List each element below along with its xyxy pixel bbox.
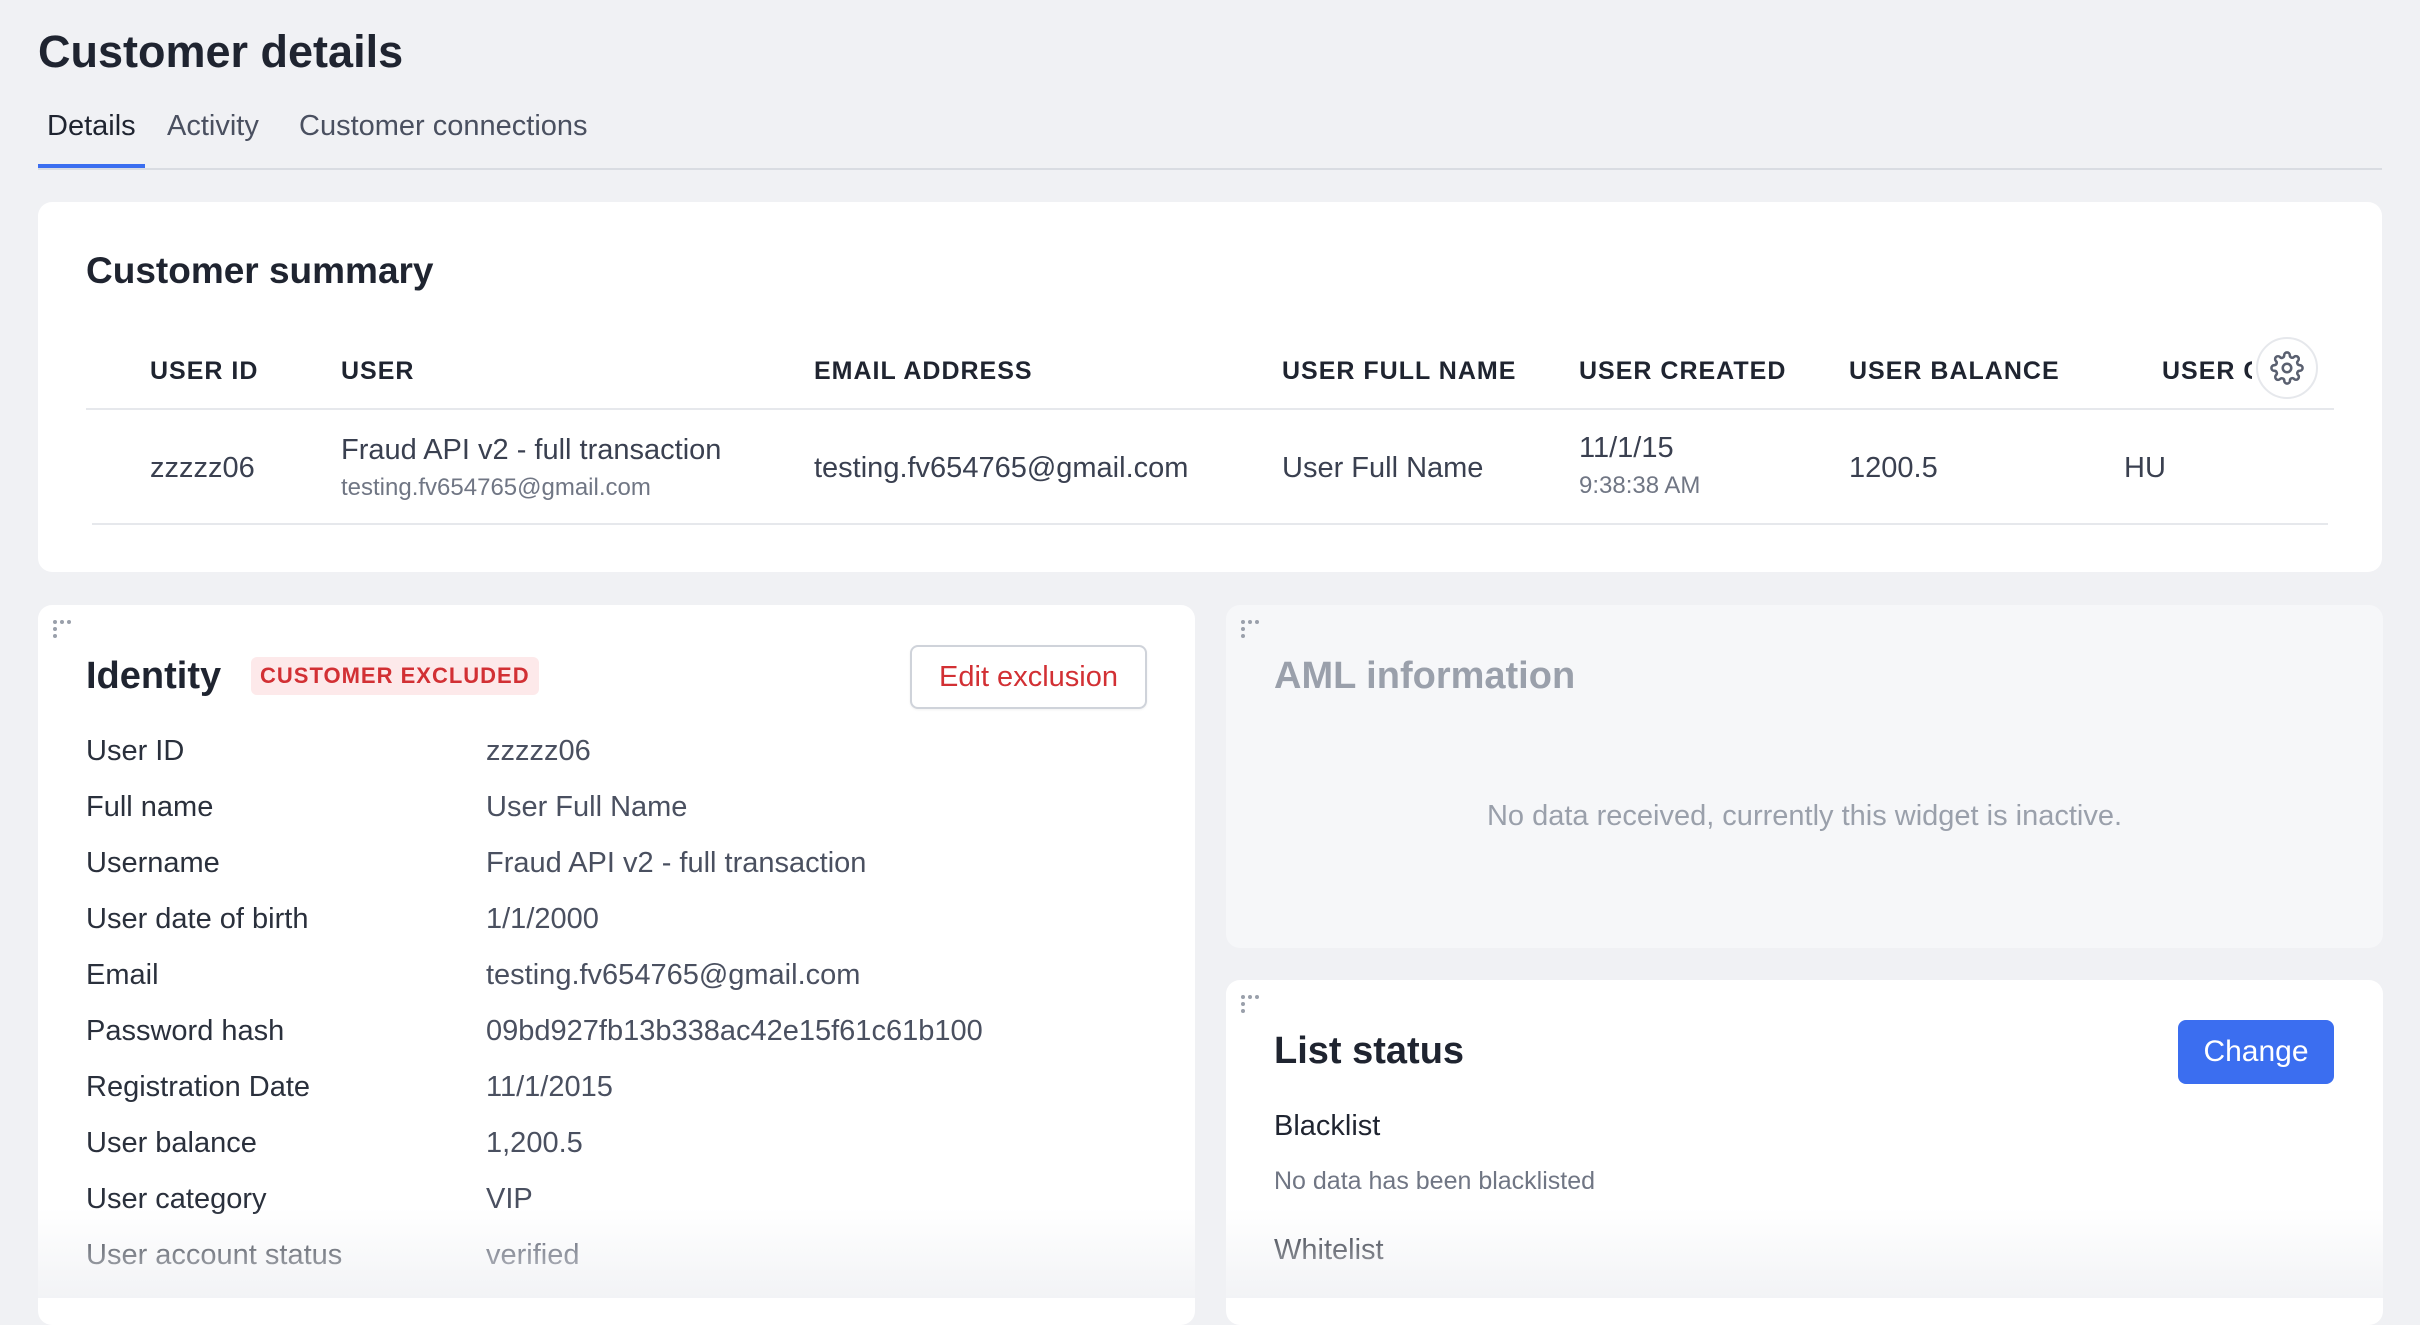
change-button[interactable]: Change (2178, 1020, 2334, 1084)
gear-icon (2270, 351, 2304, 385)
field-label-email: Email (86, 959, 159, 991)
cell-user-id: zzzzz06 (150, 452, 255, 484)
drag-handle-icon[interactable] (1239, 618, 1261, 640)
blacklist-label: Blacklist (1274, 1110, 1381, 1142)
list-status-card: List status Change Blacklist No data has… (1226, 980, 2383, 1325)
field-value-username: Fraud API v2 - full transaction (486, 847, 867, 879)
edit-exclusion-button[interactable]: Edit exclusion (910, 645, 1147, 709)
field-label-user-balance: User balance (86, 1127, 257, 1159)
column-header-user[interactable]: USER (341, 357, 414, 386)
table-settings-button[interactable] (2256, 337, 2318, 399)
column-header-full-name[interactable]: USER FULL NAME (1282, 357, 1516, 386)
identity-card: Identity CUSTOMER EXCLUDED Edit exclusio… (38, 605, 1195, 1325)
status-badge: CUSTOMER EXCLUDED (251, 657, 539, 695)
customer-summary-card: Customer summary USER ID USER EMAIL ADDR… (38, 202, 2382, 572)
field-label-account-status: User account status (86, 1239, 343, 1271)
list-status-title: List status (1274, 1030, 1465, 1072)
summary-title: Customer summary (86, 250, 434, 291)
aml-information-card: AML information No data received, curren… (1226, 605, 2383, 948)
field-label-user-category: User category (86, 1183, 267, 1215)
column-header-created[interactable]: USER CREATED (1579, 357, 1786, 386)
aml-inactive-message: No data received, currently this widget … (1486, 800, 2123, 832)
field-value-dob: 1/1/2000 (486, 903, 599, 935)
drag-handle-icon[interactable] (51, 618, 73, 640)
identity-title: Identity (86, 655, 222, 697)
drag-handle-icon[interactable] (1239, 993, 1261, 1015)
column-header-country-clip: USER COUNTRY (2162, 352, 2252, 392)
field-value-user-balance: 1,200.5 (486, 1127, 583, 1159)
field-label-registration-date: Registration Date (86, 1071, 311, 1103)
field-value-registration-date: 11/1/2015 (486, 1071, 613, 1103)
cell-email: testing.fv654765@gmail.com (814, 452, 1189, 484)
row-divider (92, 523, 2328, 525)
field-label-full-name: Full name (86, 791, 214, 823)
whitelist-label: Whitelist (1274, 1234, 1384, 1266)
tab-details[interactable]: Details (38, 110, 145, 168)
column-header-country[interactable]: USER COUNTRY (2162, 357, 2252, 386)
field-value-user-category: VIP (486, 1183, 533, 1215)
field-value-password-hash: 09bd927fb13b338ac42e15f61c61b100 (486, 1015, 983, 1047)
field-value-user-id: zzzzz06 (486, 735, 591, 767)
column-header-user-id[interactable]: USER ID (150, 357, 258, 386)
tab-bar: Details Activity Customer connections (38, 98, 2382, 170)
cell-balance: 1200.5 (1849, 452, 1938, 484)
aml-title: AML information (1274, 655, 1576, 697)
column-header-email[interactable]: EMAIL ADDRESS (814, 357, 1033, 386)
field-label-dob: User date of birth (86, 903, 309, 935)
tab-customer-connections[interactable]: Customer connections (290, 110, 597, 166)
field-value-email: testing.fv654765@gmail.com (486, 959, 861, 991)
cell-created-date: 11/1/15 (1579, 432, 1674, 464)
cell-country: HU (2124, 452, 2166, 484)
cell-user-name: Fraud API v2 - full transaction (341, 434, 722, 466)
field-label-user-id: User ID (86, 735, 185, 767)
tab-activity[interactable]: Activity (158, 110, 268, 166)
field-label-username: Username (86, 847, 220, 879)
cell-created-time: 9:38:38 AM (1579, 472, 1701, 499)
page-title: Customer details (38, 26, 404, 77)
column-header-balance[interactable]: USER BALANCE (1849, 357, 2060, 386)
field-label-password-hash: Password hash (86, 1015, 285, 1047)
cell-user-email: testing.fv654765@gmail.com (341, 474, 651, 501)
field-value-account-status: verified (486, 1239, 580, 1271)
header-divider (86, 408, 2334, 410)
field-value-full-name: User Full Name (486, 791, 688, 823)
cell-full-name: User Full Name (1282, 452, 1484, 484)
blacklist-value: No data has been blacklisted (1274, 1167, 1596, 1195)
